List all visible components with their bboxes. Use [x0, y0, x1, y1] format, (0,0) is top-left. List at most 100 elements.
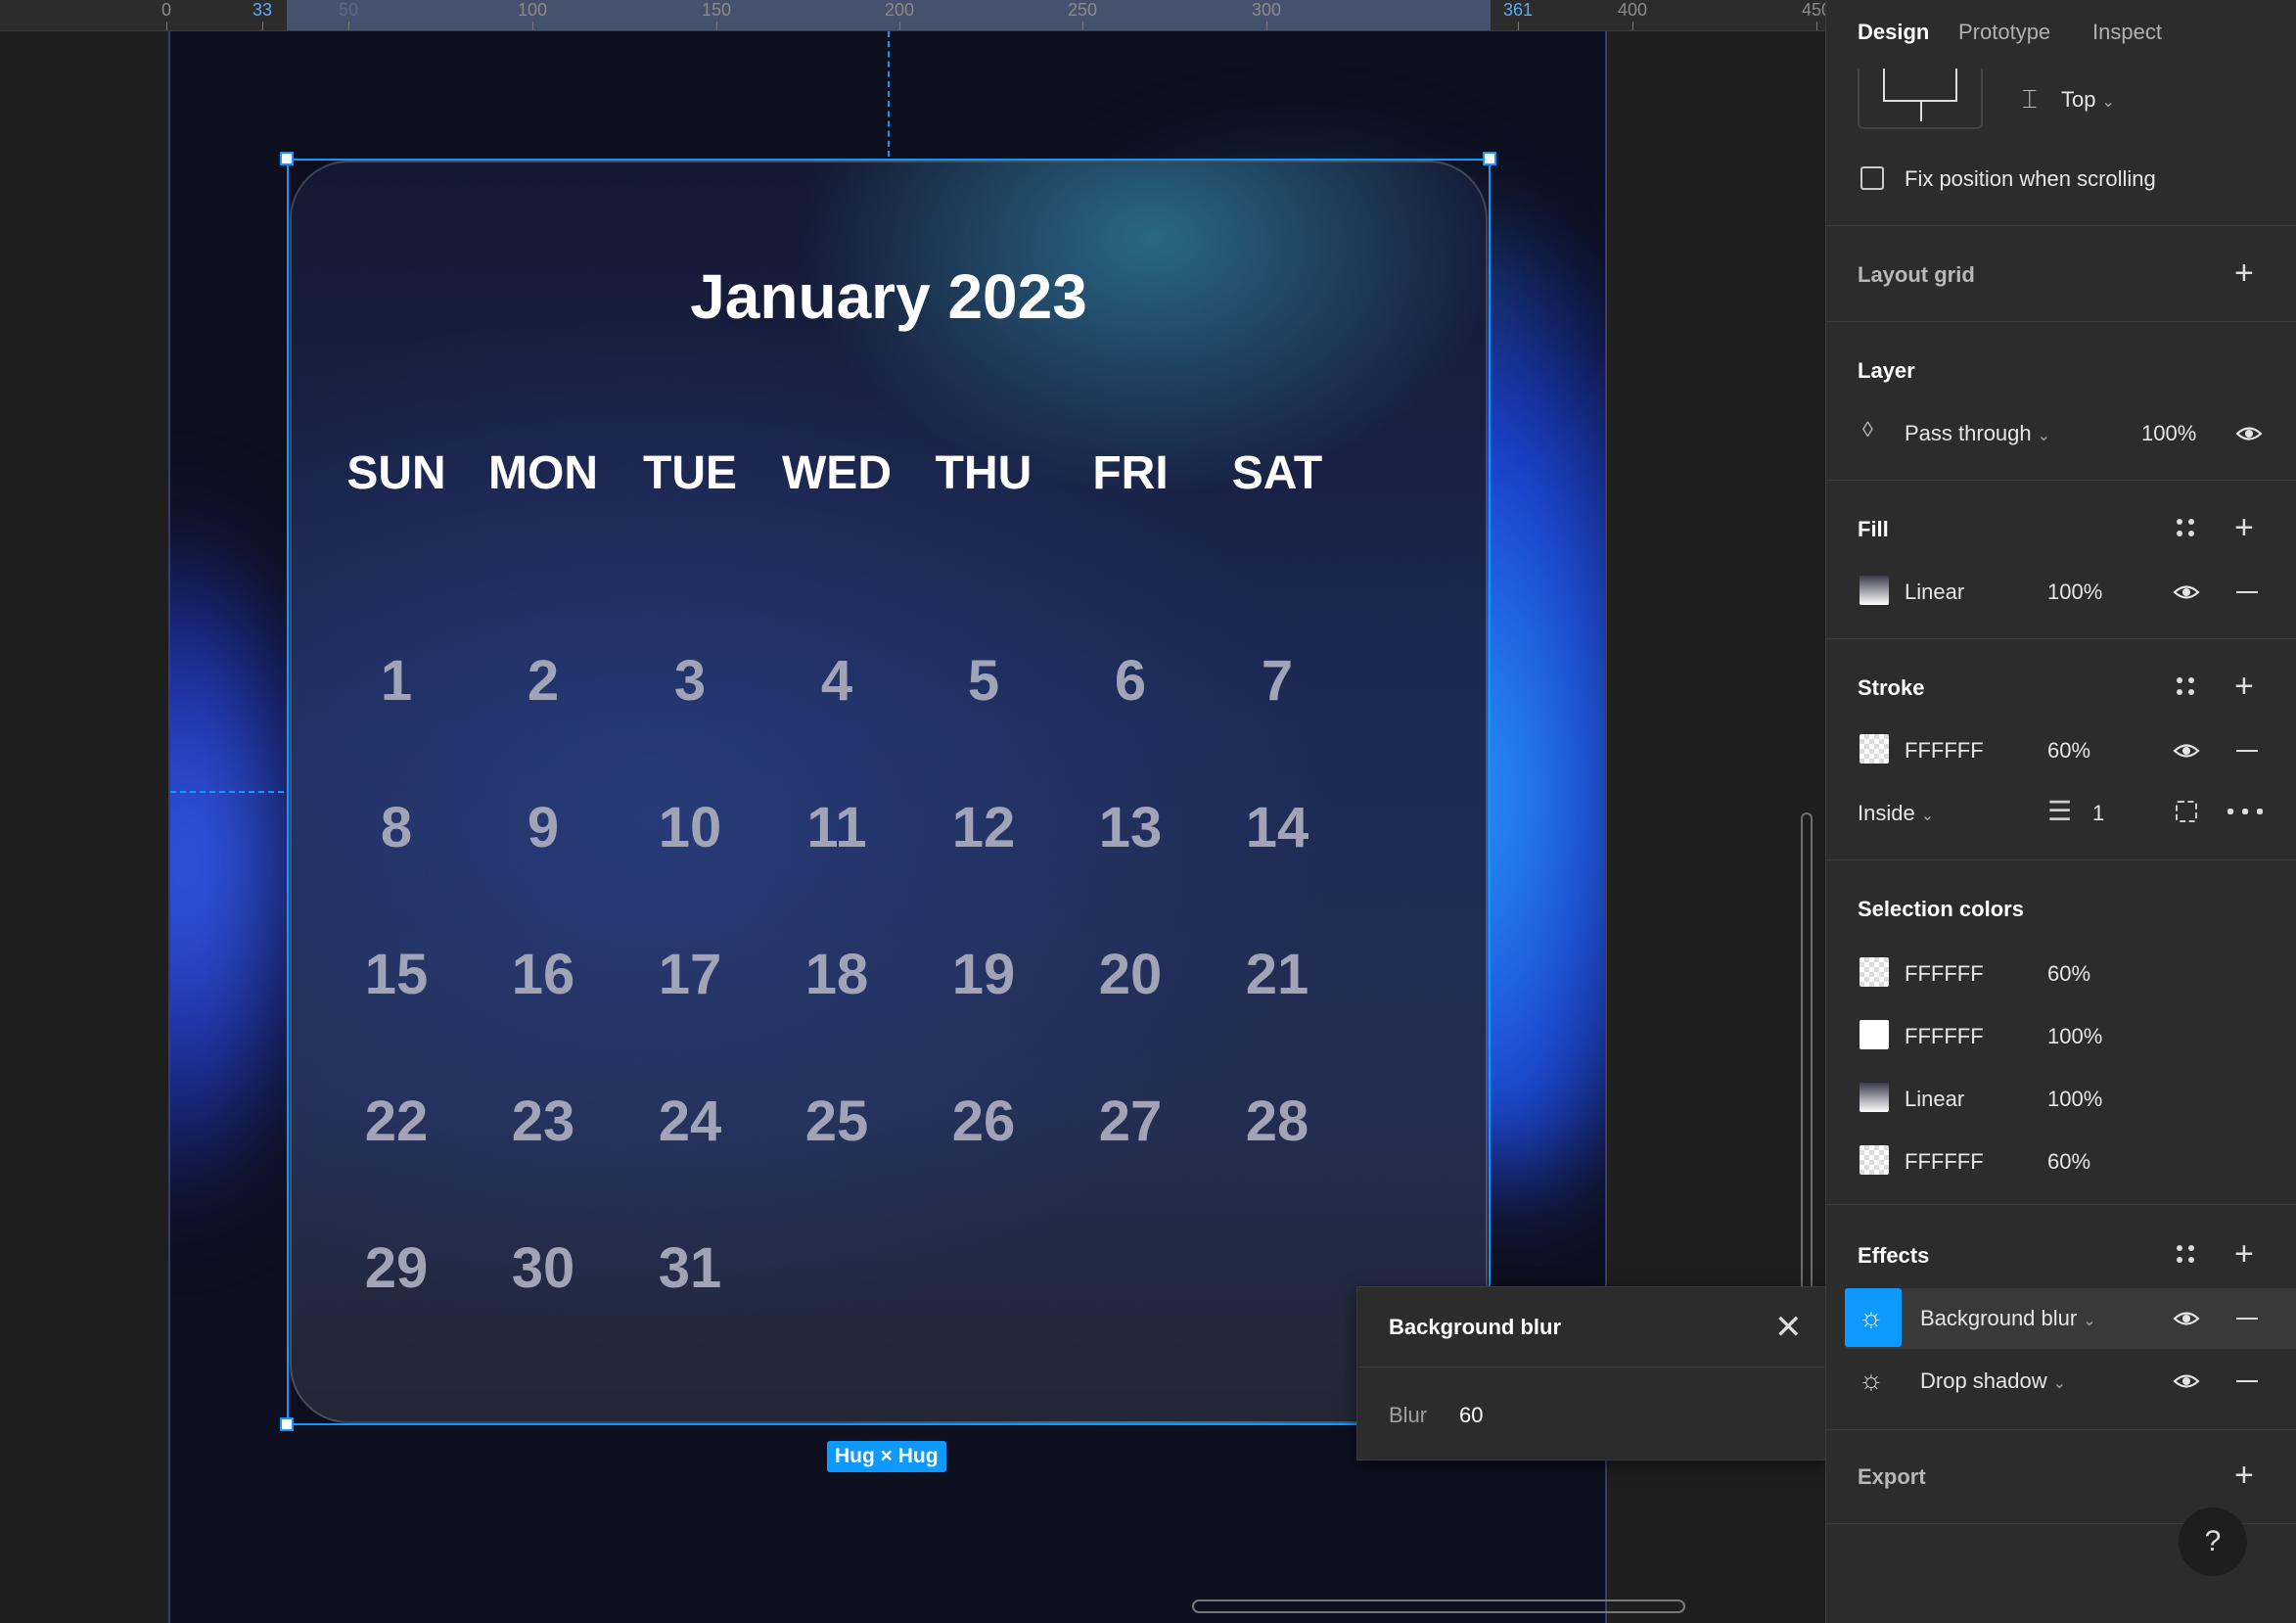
ruler-tick: 100: [517, 0, 548, 30]
layout-grid-title: Layout grid: [1858, 262, 1975, 287]
ruler-tick: 50: [338, 0, 359, 30]
export-title: Export: [1858, 1464, 1926, 1489]
eye-icon[interactable]: [2172, 578, 2201, 612]
stroke-opacity-input[interactable]: 60%: [2047, 738, 2090, 764]
remove-fill-button[interactable]: [2236, 591, 2258, 593]
fill-title: Fill: [1858, 517, 1889, 541]
divider: [1826, 859, 2296, 860]
styles-icon[interactable]: [2177, 1245, 2194, 1263]
stroke-title: Stroke: [1858, 675, 1925, 700]
ruler-tick: 33: [252, 0, 273, 30]
styles-icon[interactable]: [2177, 519, 2194, 536]
ruler-tick: 400: [1617, 0, 1648, 30]
vertical-constraint-icon: ⌶: [2022, 84, 2038, 114]
divider: [1826, 1204, 2296, 1205]
popover-title: Background blur: [1389, 1315, 1562, 1339]
ruler-tick: 200: [884, 0, 915, 30]
fix-position-label: Fix position when scrolling: [1905, 166, 2156, 191]
blur-label: Blur: [1389, 1403, 1428, 1427]
chevron-down-icon: ⌄: [1920, 808, 1935, 824]
ruler-tick: 250: [1067, 0, 1098, 30]
stroke-color-value[interactable]: FFFFFF: [1905, 738, 1984, 764]
size-label: Hug × Hug: [827, 1441, 946, 1472]
add-layout-grid-button[interactable]: +: [2234, 256, 2254, 290]
fill-opacity-input[interactable]: 100%: [2047, 580, 2102, 605]
tab-design[interactable]: Design: [1858, 20, 1929, 45]
selection-color-swatch[interactable]: [1860, 1083, 1889, 1112]
divider: [1826, 638, 2296, 639]
horizontal-scrollbar[interactable]: [1192, 1600, 1685, 1613]
selection-color-swatch[interactable]: [1860, 1145, 1889, 1175]
left-glow: [170, 521, 298, 1206]
eye-icon[interactable]: [2234, 419, 2264, 453]
fix-position-checkbox[interactable]: [1860, 166, 1884, 190]
individual-strokes-icon[interactable]: [2176, 801, 2197, 822]
add-stroke-button[interactable]: +: [2234, 670, 2254, 703]
divider: [1826, 1429, 2296, 1430]
fill-swatch[interactable]: [1860, 576, 1889, 605]
selection-color-opacity[interactable]: 60%: [2047, 961, 2090, 987]
eye-icon[interactable]: [2172, 1304, 2201, 1338]
add-effect-button[interactable]: +: [2234, 1237, 2254, 1271]
resize-handle-bottom-left[interactable]: [280, 1417, 294, 1431]
chevron-down-icon: ⌄: [2037, 428, 2051, 444]
sun-icon[interactable]: ☼: [1859, 1365, 1884, 1396]
selection-color-swatch[interactable]: [1860, 957, 1889, 987]
ruler-tick: 0: [161, 0, 172, 30]
blend-mode-select[interactable]: Pass through ⌄: [1905, 421, 2050, 446]
divider: [1826, 480, 2296, 481]
blur-value-input[interactable]: 60: [1459, 1403, 1483, 1428]
vertical-constraint-select[interactable]: Top ⌄: [2061, 87, 2115, 113]
fill-type-label[interactable]: Linear: [1905, 580, 1964, 605]
blend-mode-value: Pass through: [1905, 421, 2032, 445]
eye-icon[interactable]: [2172, 1367, 2201, 1401]
tab-inspect[interactable]: Inspect: [2092, 20, 2162, 45]
selection-color-name[interactable]: FFFFFF: [1905, 1149, 1984, 1175]
horizontal-guide: [170, 791, 284, 793]
tab-prototype[interactable]: Prototype: [1958, 20, 2050, 45]
constraint-widget[interactable]: [1858, 69, 1983, 129]
remove-effect-button[interactable]: [2236, 1380, 2258, 1382]
resize-handle-top-left[interactable]: [280, 152, 294, 165]
more-options-icon[interactable]: [2227, 809, 2263, 814]
chevron-down-icon: ⌄: [2083, 1313, 2096, 1329]
effect-type-select[interactable]: Background blur ⌄: [1920, 1306, 2096, 1331]
styles-icon[interactable]: [2177, 677, 2194, 695]
ruler-tick: 450: [1802, 0, 1825, 30]
effect-name: Drop shadow: [1920, 1368, 2047, 1393]
vertical-scrollbar[interactable]: [1801, 812, 1813, 1292]
popover-header: Background blur ✕: [1357, 1287, 1825, 1368]
help-button[interactable]: ?: [2179, 1507, 2247, 1576]
stroke-swatch[interactable]: [1860, 734, 1889, 764]
close-icon[interactable]: ✕: [1774, 1311, 1803, 1344]
background-blur-popover: Background blur ✕ Blur 60: [1356, 1286, 1825, 1461]
canvas[interactable]: January 2023 SUN MON TUE WED THU FRI SAT 12345…: [0, 0, 1825, 1623]
stroke-weight-input[interactable]: 1: [2092, 801, 2104, 826]
selection-color-name[interactable]: FFFFFF: [1905, 1024, 1984, 1049]
ruler-tick: 150: [701, 0, 732, 30]
remove-effect-button[interactable]: [2236, 1318, 2258, 1320]
selection-color-opacity[interactable]: 100%: [2047, 1087, 2102, 1112]
eye-icon[interactable]: [2172, 736, 2201, 770]
selection-color-opacity[interactable]: 60%: [2047, 1149, 2090, 1175]
ruler-tick: 300: [1251, 0, 1282, 30]
selection-color-opacity[interactable]: 100%: [2047, 1024, 2102, 1049]
layer-title: Layer: [1858, 358, 1915, 383]
effect-type-select[interactable]: Drop shadow ⌄: [1920, 1368, 2066, 1394]
stroke-position-select[interactable]: Inside ⌄: [1858, 801, 1934, 826]
add-fill-button[interactable]: +: [2234, 511, 2254, 544]
selection-color-name[interactable]: FFFFFF: [1905, 961, 1984, 987]
add-export-button[interactable]: +: [2234, 1459, 2254, 1492]
selection-outline: [287, 159, 1491, 1425]
divider: [1826, 321, 2296, 322]
remove-stroke-button[interactable]: [2236, 750, 2258, 752]
selection-color-swatch[interactable]: [1860, 1020, 1889, 1049]
resize-handle-top-right[interactable]: [1483, 152, 1496, 165]
effect-name: Background blur: [1920, 1306, 2078, 1330]
effects-title: Effects: [1858, 1243, 1930, 1268]
stroke-position-value: Inside: [1858, 801, 1915, 825]
stroke-weight-icon: ☰: [2047, 796, 2073, 826]
divider: [1826, 225, 2296, 226]
layer-opacity-input[interactable]: 100%: [2141, 421, 2196, 446]
selection-color-name[interactable]: Linear: [1905, 1087, 1964, 1112]
